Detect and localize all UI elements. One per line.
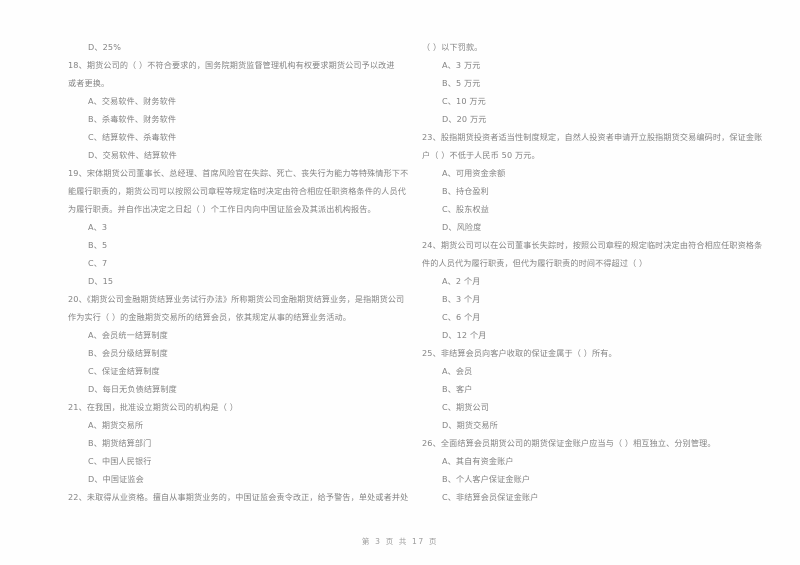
question-stem: 18、期货公司的（ ）不符合要求的，国务院期货监督管理机构有权要求期货公司予以改… <box>68 60 395 70</box>
page-footer: 第 3 页 共 17 页 <box>361 537 439 546</box>
option-c[interactable]: C、股东权益 <box>422 200 772 218</box>
option-d[interactable]: D、交易软件、结算软件 <box>68 146 382 164</box>
option-c[interactable]: C、保证金结算制度 <box>68 362 382 380</box>
question-stem: 26、全面结算会员期货公司的期货保证金账户应当与（ ）相互独立、分别管理。 <box>422 438 716 448</box>
option-d[interactable]: D、20 万元 <box>422 110 772 128</box>
question-stem-continued: 作为实行（ ）的金融期货交易所的结算会员，依其规定从事的结算业务活动。 <box>68 312 352 322</box>
option-d[interactable]: D、12 个月 <box>422 326 772 344</box>
option-a[interactable]: A、交易软件、财务软件 <box>68 92 382 110</box>
option-a[interactable]: A、3 万元 <box>422 56 772 74</box>
option-b[interactable]: B、个人客户保证金账户 <box>422 470 772 488</box>
option-d[interactable]: D、每日无负债结算制度 <box>68 380 382 398</box>
question-stem: 24、期货公司可以在公司董事长失踪时，按照公司章程的规定临时决定由符合相应任职资… <box>422 240 763 250</box>
option-b[interactable]: B、5 <box>68 236 382 254</box>
left-column: D、25% 18、期货公司的（ ）不符合要求的，国务院期货监督管理机构有权要求期… <box>0 0 409 520</box>
option-b[interactable]: B、5 万元 <box>422 74 772 92</box>
option-b[interactable]: B、期货结算部门 <box>68 434 382 452</box>
question-stem: 22、未取得从业资格。擅自从事期货业务的，中国证监会责令改正，给予警告，单处或者… <box>68 492 409 502</box>
option-c[interactable]: C、10 万元 <box>422 92 772 110</box>
two-column-body: D、25% 18、期货公司的（ ）不符合要求的，国务院期货监督管理机构有权要求期… <box>0 0 800 520</box>
option-a[interactable]: A、其自有资金账户 <box>422 452 772 470</box>
option-c[interactable]: C、7 <box>68 254 382 272</box>
option-a[interactable]: A、会员统一结算制度 <box>68 326 382 344</box>
option-b[interactable]: B、3 个月 <box>422 290 772 308</box>
option-c[interactable]: C、结算软件、杀毒软件 <box>68 128 382 146</box>
question-stem: 23、股指期货投资者适当性制度规定，自然人投资者申请开立股指期货交易编码时，保证… <box>422 132 763 142</box>
option-d[interactable]: D、风险度 <box>422 218 772 236</box>
right-column: （ ）以下罚款。 A、3 万元 B、5 万元 C、10 万元 D、20 万元 2… <box>400 0 800 520</box>
option-c[interactable]: C、中国人民银行 <box>68 452 382 470</box>
option-c[interactable]: C、6 个月 <box>422 308 772 326</box>
option-b[interactable]: B、持仓盈利 <box>422 182 772 200</box>
question-stem: 21、在我国，批准设立期货公司的机构是（ ） <box>68 402 238 412</box>
option-a[interactable]: A、3 <box>68 218 382 236</box>
question-stem-continued: 户（ ）不低于人民币 50 万元。 <box>422 150 540 160</box>
question-stem: 25、非结算会员向客户收取的保证金属于（ ）所有。 <box>422 348 617 358</box>
question-stem-continued: 或者更换。 <box>68 78 110 88</box>
option-d[interactable]: D、中国证监会 <box>68 470 382 488</box>
option-b[interactable]: B、杀毒软件、财务软件 <box>68 110 382 128</box>
question-stem-continued: 件的人员代为履行职责，但代为履行职责的时间不得超过（ ） <box>422 258 648 268</box>
question-stem: 19、宋体期货公司董事长、总经理、首席风险官在失踪、死亡、丧失行为能力等特殊情形… <box>68 168 409 178</box>
option-b[interactable]: B、客户 <box>422 380 772 398</box>
option-b[interactable]: B、会员分级结算制度 <box>68 344 382 362</box>
dangling-option: D、25% <box>88 42 122 52</box>
option-a[interactable]: A、期货交易所 <box>68 416 382 434</box>
question-stem-continued: （ ）以下罚款。 <box>422 42 483 52</box>
option-d[interactable]: D、15 <box>68 272 382 290</box>
option-d[interactable]: D、期货交易所 <box>422 416 772 434</box>
option-a[interactable]: A、2 个月 <box>422 272 772 290</box>
question-stem-continued: 为履行职责。并自作出决定之日起（ ）个工作日内向中国证监会及其派出机构报告。 <box>68 204 376 214</box>
question-stem: 20、《期货公司金融期货结算业务试行办法》所称期货公司金融期货结算业务，是指期货… <box>68 294 405 304</box>
option-c[interactable]: C、非结算会员保证金账户 <box>422 488 772 506</box>
option-c[interactable]: C、期货公司 <box>422 398 772 416</box>
question-stem-continued: 能履行职责的，期货公司可以按照公司章程等规定临时决定由符合相应任职资格条件的人员… <box>68 186 406 196</box>
option-a[interactable]: A、可用资金余额 <box>422 164 772 182</box>
option-a[interactable]: A、会员 <box>422 362 772 380</box>
page-canvas: D、25% 18、期货公司的（ ）不符合要求的，国务院期货监督管理机构有权要求期… <box>0 0 800 565</box>
